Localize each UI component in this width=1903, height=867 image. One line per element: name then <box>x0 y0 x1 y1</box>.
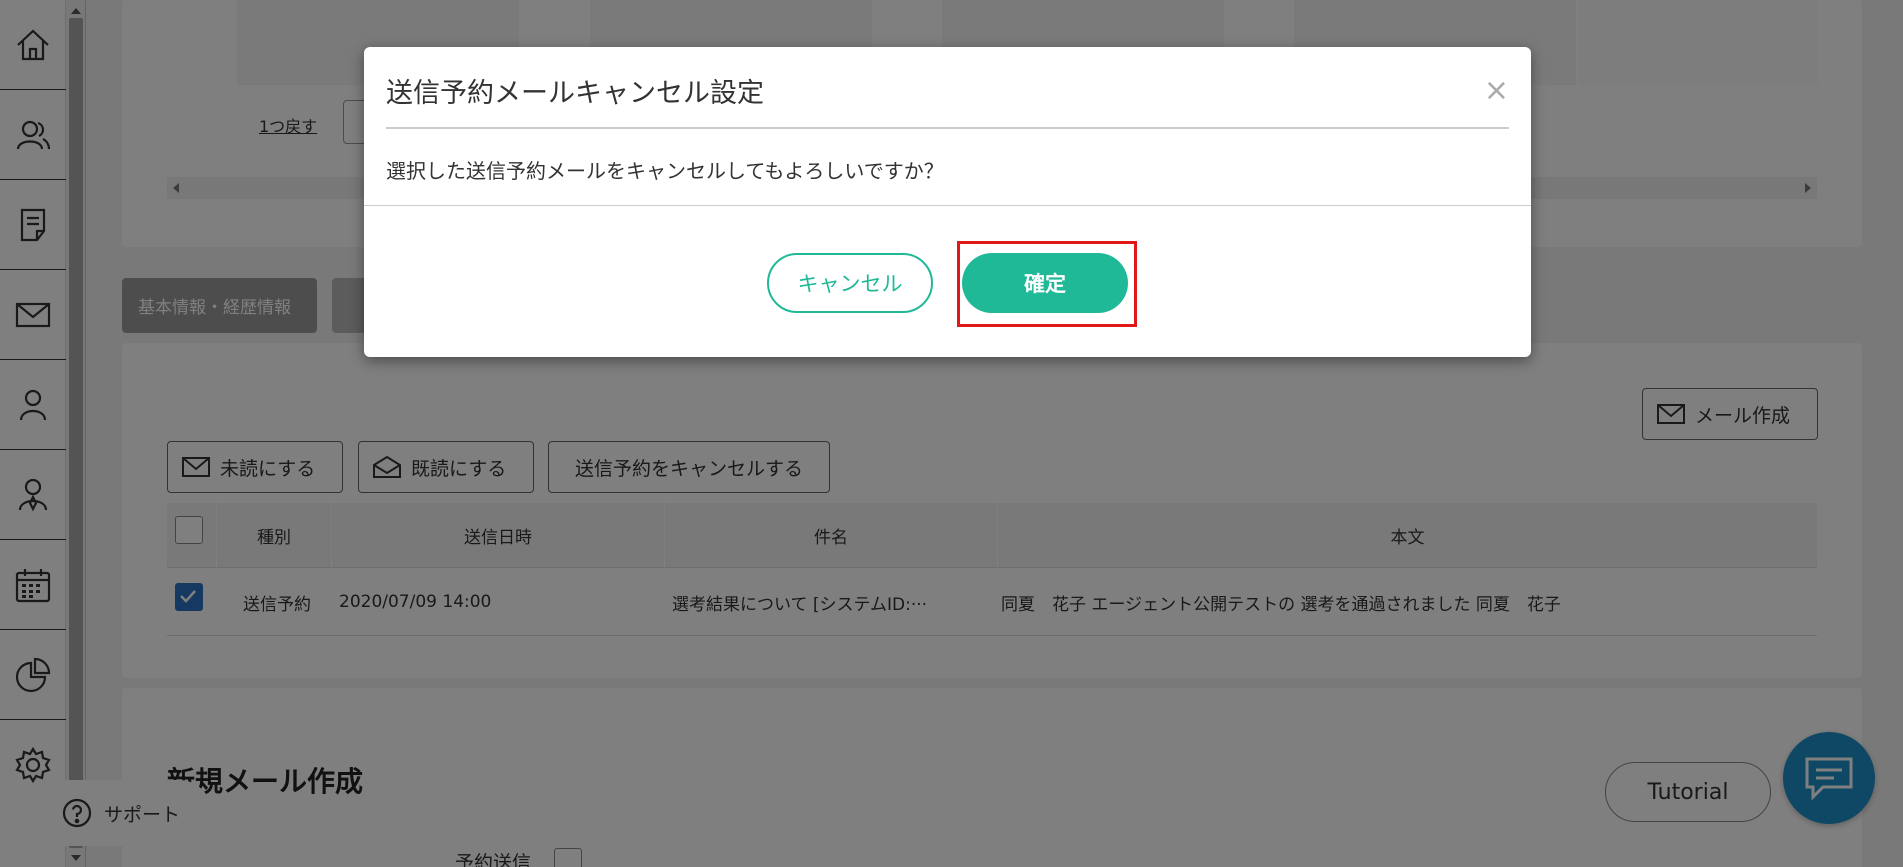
close-icon[interactable]: × <box>1484 73 1509 108</box>
cancel-scheduled-mail-dialog: 送信予約メールキャンセル設定 × 選択した送信予約メールをキャンセルしてもよろし… <box>364 47 1531 357</box>
dialog-message: 選択した送信予約メールをキャンセルしてもよろしいですか？ <box>386 159 944 183</box>
dialog-divider <box>386 127 1509 129</box>
dialog-title: 送信予約メールキャンセル設定 <box>386 78 764 109</box>
dialog-cancel-button[interactable]: キャンセル <box>767 253 933 313</box>
highlight-box <box>957 241 1137 327</box>
dialog-divider <box>364 205 1531 206</box>
